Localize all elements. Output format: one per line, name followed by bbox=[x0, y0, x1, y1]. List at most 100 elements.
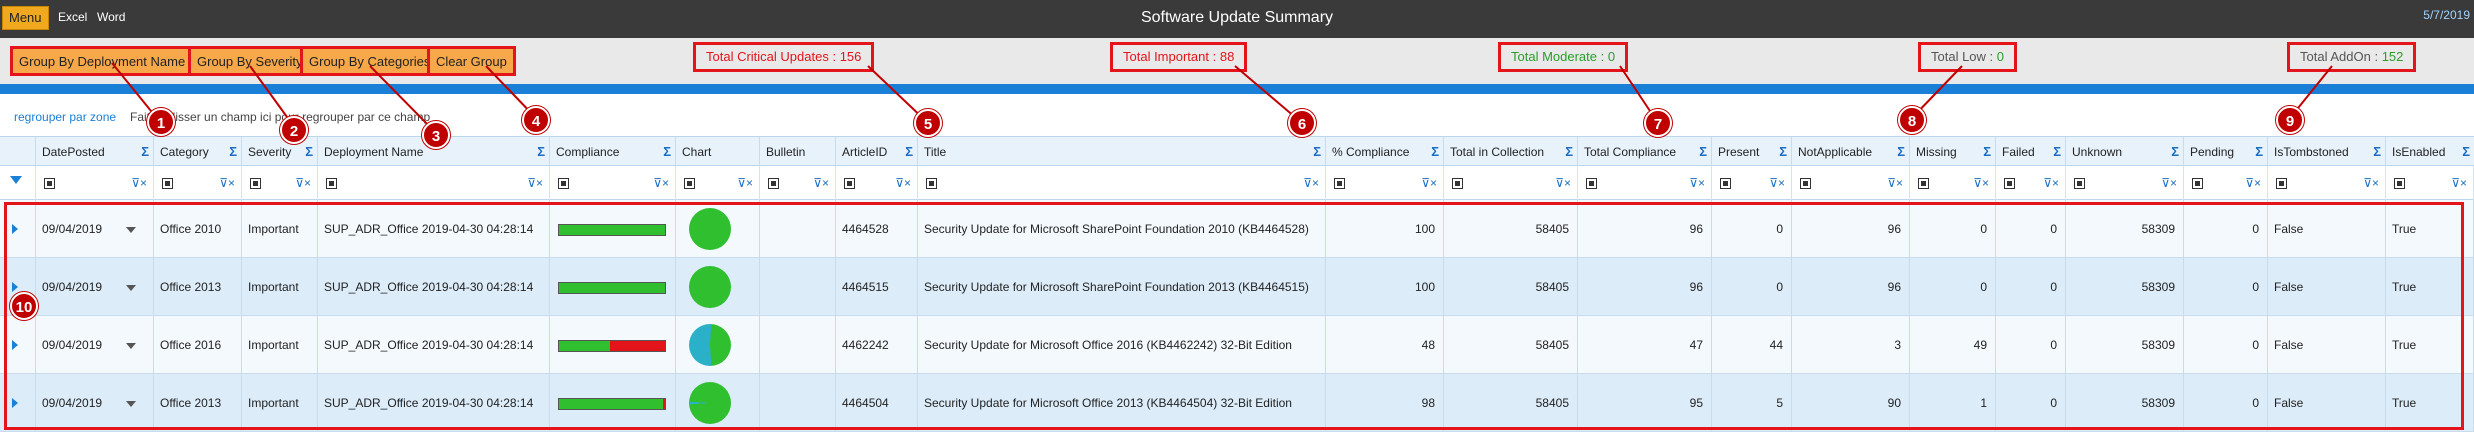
filter-cell[interactable]: ⊽× bbox=[676, 166, 760, 200]
filter-cell[interactable]: ⊽× bbox=[1996, 166, 2066, 200]
clear-filter-icon[interactable]: ⊽× bbox=[1689, 176, 1705, 190]
clear-filter-icon[interactable]: ⊽× bbox=[2363, 176, 2379, 190]
clear-filter-icon[interactable]: ⊽× bbox=[653, 176, 669, 190]
sum-icon[interactable]: Σ bbox=[663, 137, 671, 167]
clear-filter-icon[interactable]: ⊽× bbox=[219, 176, 235, 190]
table-row[interactable]: 09/04/2019 Office 2013 Important SUP_ADR_Of… bbox=[0, 258, 2474, 316]
filter-operator-icon[interactable] bbox=[1334, 178, 1345, 189]
filter-operator-icon[interactable] bbox=[1586, 178, 1597, 189]
filter-operator-icon[interactable] bbox=[2192, 178, 2203, 189]
col-chart[interactable]: Chart bbox=[676, 137, 760, 167]
filter-operator-icon[interactable] bbox=[162, 178, 173, 189]
filter-operator-icon[interactable] bbox=[250, 178, 261, 189]
row-dropdown-icon[interactable] bbox=[126, 401, 136, 407]
row-dropdown-icon[interactable] bbox=[126, 343, 136, 349]
filter-cell[interactable]: ⊽× bbox=[1444, 166, 1578, 200]
clear-filter-icon[interactable]: ⊽× bbox=[527, 176, 543, 190]
filter-funnel-icon[interactable] bbox=[10, 176, 22, 184]
sum-icon[interactable]: Σ bbox=[537, 137, 545, 167]
clear-filter-icon[interactable]: ⊽× bbox=[2451, 176, 2467, 190]
filter-operator-icon[interactable] bbox=[1918, 178, 1929, 189]
col-pending[interactable]: Pending Σ bbox=[2184, 137, 2268, 167]
filter-cell[interactable]: ⊽× bbox=[36, 166, 154, 200]
row-expander-cell[interactable] bbox=[0, 200, 36, 258]
filter-cell[interactable]: ⊽× bbox=[550, 166, 676, 200]
col-date-posted[interactable]: DatePosted Σ bbox=[36, 137, 154, 167]
sum-icon[interactable]: Σ bbox=[2053, 137, 2061, 167]
filter-operator-icon[interactable] bbox=[844, 178, 855, 189]
table-row[interactable]: 09/04/2019 Office 2013 Important SUP_ADR_Of… bbox=[0, 374, 2474, 432]
sum-icon[interactable]: Σ bbox=[1699, 137, 1707, 167]
expand-row-icon[interactable] bbox=[12, 398, 18, 408]
row-expander-cell[interactable] bbox=[0, 374, 36, 432]
col-compliance[interactable]: Compliance Σ bbox=[550, 137, 676, 167]
filter-cell[interactable]: ⊽× bbox=[918, 166, 1326, 200]
sum-icon[interactable]: Σ bbox=[1431, 137, 1439, 167]
clear-filter-icon[interactable]: ⊽× bbox=[1421, 176, 1437, 190]
clear-filter-icon[interactable]: ⊽× bbox=[295, 176, 311, 190]
filter-cell[interactable]: ⊽× bbox=[1326, 166, 1444, 200]
col-failed[interactable]: Failed Σ bbox=[1996, 137, 2066, 167]
clear-filter-icon[interactable]: ⊽× bbox=[2043, 176, 2059, 190]
filter-cell[interactable]: ⊽× bbox=[2386, 166, 2474, 200]
filter-cell[interactable]: ⊽× bbox=[836, 166, 918, 200]
filter-operator-icon[interactable] bbox=[558, 178, 569, 189]
col-total-in-collection[interactable]: Total in Collection Σ bbox=[1444, 137, 1578, 167]
expand-row-icon[interactable] bbox=[12, 340, 18, 350]
col-pct-compliance[interactable]: % Compliance Σ bbox=[1326, 137, 1444, 167]
filter-operator-icon[interactable] bbox=[768, 178, 779, 189]
filter-operator-icon[interactable] bbox=[1800, 178, 1811, 189]
filter-cell[interactable]: ⊽× bbox=[154, 166, 242, 200]
filter-cell[interactable]: ⊽× bbox=[2268, 166, 2386, 200]
filter-operator-icon[interactable] bbox=[326, 178, 337, 189]
filter-cell[interactable]: ⊽× bbox=[1712, 166, 1792, 200]
filter-operator-icon[interactable] bbox=[926, 178, 937, 189]
sum-icon[interactable]: Σ bbox=[2373, 137, 2381, 167]
sum-icon[interactable]: Σ bbox=[1897, 137, 1905, 167]
sum-icon[interactable]: Σ bbox=[1779, 137, 1787, 167]
clear-filter-icon[interactable]: ⊽× bbox=[2245, 176, 2261, 190]
filter-cell[interactable]: ⊽× bbox=[760, 166, 836, 200]
sum-icon[interactable]: Σ bbox=[229, 137, 237, 167]
clear-filter-icon[interactable]: ⊽× bbox=[1973, 176, 1989, 190]
clear-filter-icon[interactable]: ⊽× bbox=[1303, 176, 1319, 190]
group-drop-zone[interactable]: regrouper par zone Faites glisser un cha… bbox=[0, 94, 2474, 136]
row-dropdown-icon[interactable] bbox=[126, 285, 136, 291]
col-missing[interactable]: Missing Σ bbox=[1910, 137, 1996, 167]
clear-filter-icon[interactable]: ⊽× bbox=[1555, 176, 1571, 190]
row-expander-cell[interactable] bbox=[0, 316, 36, 374]
sum-icon[interactable]: Σ bbox=[1983, 137, 1991, 167]
row-dropdown-icon[interactable] bbox=[126, 227, 136, 233]
sum-icon[interactable]: Σ bbox=[1313, 137, 1321, 167]
sum-icon[interactable]: Σ bbox=[305, 137, 313, 167]
filter-operator-icon[interactable] bbox=[2394, 178, 2405, 189]
sum-icon[interactable]: Σ bbox=[2171, 137, 2179, 167]
col-articleid[interactable]: ArticleID Σ bbox=[836, 137, 918, 167]
clear-filter-icon[interactable]: ⊽× bbox=[813, 176, 829, 190]
col-bulletin[interactable]: Bulletin bbox=[760, 137, 836, 167]
table-row[interactable]: 09/04/2019 Office 2010 Important SUP_ADR_Of… bbox=[0, 200, 2474, 258]
filter-operator-icon[interactable] bbox=[44, 178, 55, 189]
filter-cell[interactable]: ⊽× bbox=[242, 166, 318, 200]
filter-cell[interactable]: ⊽× bbox=[2066, 166, 2184, 200]
sum-icon[interactable]: Σ bbox=[141, 137, 149, 167]
table-row[interactable]: 09/04/2019 Office 2016 Important SUP_ADR_Of… bbox=[0, 316, 2474, 374]
filter-operator-icon[interactable] bbox=[2004, 178, 2015, 189]
filter-operator-icon[interactable] bbox=[1720, 178, 1731, 189]
clear-filter-icon[interactable]: ⊽× bbox=[895, 176, 911, 190]
filter-operator-icon[interactable] bbox=[684, 178, 695, 189]
group-by-categories-button[interactable]: Group By Categories bbox=[300, 46, 440, 76]
col-title[interactable]: Title Σ bbox=[918, 137, 1326, 167]
filter-cell[interactable]: ⊽× bbox=[2184, 166, 2268, 200]
col-total-compliance[interactable]: Total Compliance Σ bbox=[1578, 137, 1712, 167]
clear-filter-icon[interactable]: ⊽× bbox=[131, 176, 147, 190]
clear-group-button[interactable]: Clear Group bbox=[427, 46, 516, 76]
group-by-severity-button[interactable]: Group By Severity bbox=[188, 46, 312, 76]
filter-funnel-cell[interactable] bbox=[0, 166, 36, 200]
col-unknown[interactable]: Unknown Σ bbox=[2066, 137, 2184, 167]
sum-icon[interactable]: Σ bbox=[2462, 137, 2470, 167]
col-is-enabled[interactable]: IsEnabled Σ bbox=[2386, 137, 2474, 167]
col-is-tombstoned[interactable]: IsTombstoned Σ bbox=[2268, 137, 2386, 167]
filter-operator-icon[interactable] bbox=[1452, 178, 1463, 189]
col-present[interactable]: Present Σ bbox=[1712, 137, 1792, 167]
